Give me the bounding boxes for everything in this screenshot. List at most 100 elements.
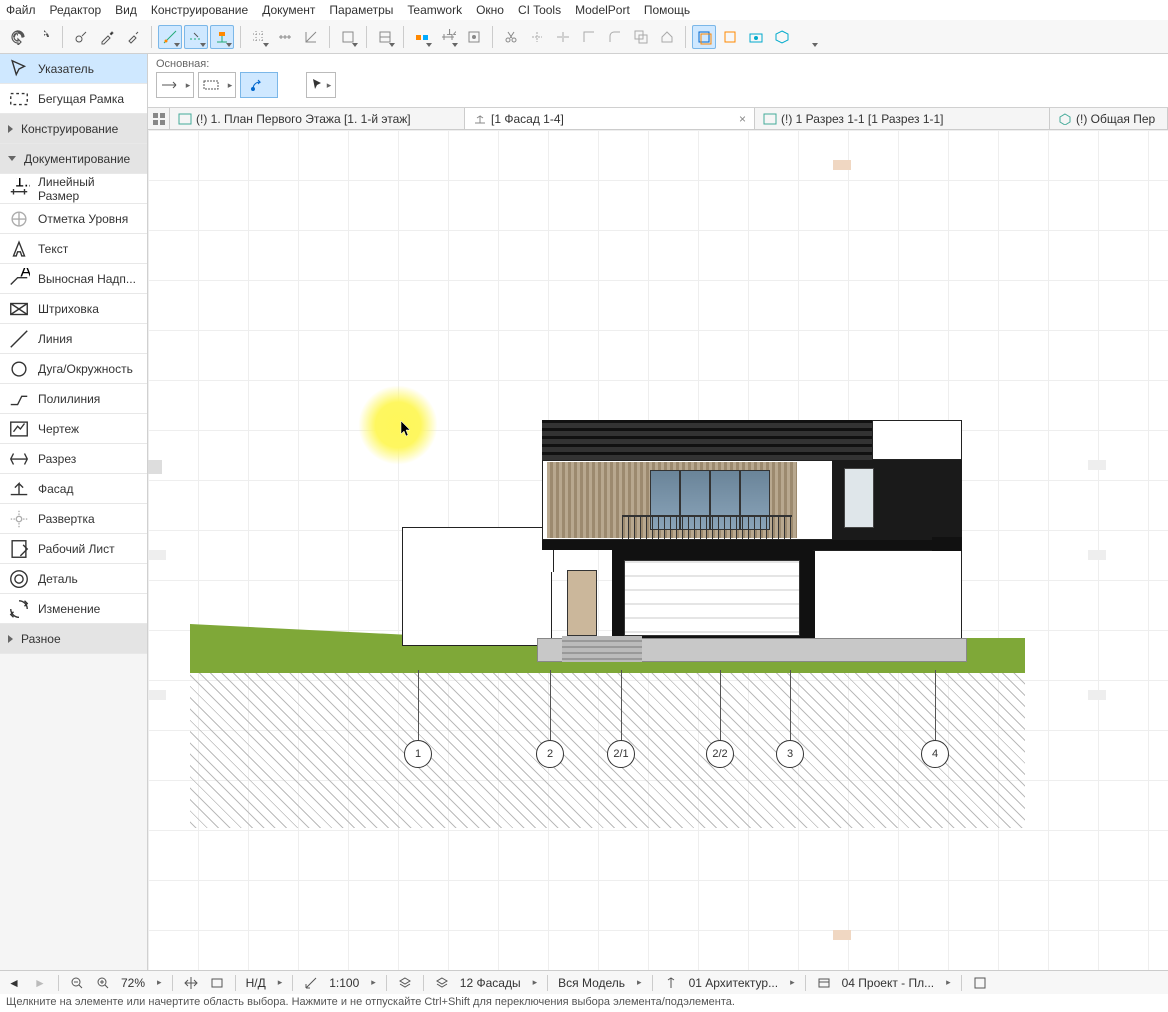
- undo-button[interactable]: [6, 25, 30, 49]
- text-icon: [8, 240, 30, 258]
- tool-text[interactable]: Текст: [0, 234, 147, 264]
- scale-value[interactable]: 1:100: [329, 976, 359, 990]
- plan-icon: [178, 113, 192, 125]
- close-icon[interactable]: ×: [739, 112, 746, 126]
- interior-icon: [8, 510, 30, 528]
- menu-design[interactable]: Конструирование: [151, 3, 248, 17]
- tool-detail[interactable]: Деталь: [0, 564, 147, 594]
- tool-worksheet[interactable]: Рабочий Лист: [0, 534, 147, 564]
- geom-method-2[interactable]: ▸: [198, 72, 236, 98]
- menu-document[interactable]: Документ: [262, 3, 315, 17]
- tool-level[interactable]: Отметка Уровня: [0, 204, 147, 234]
- tab-plan[interactable]: (!) 1. План Первого Этажа [1. 1-й этаж]: [170, 108, 465, 129]
- guideline-1-button[interactable]: [158, 25, 182, 49]
- guideline-2-button[interactable]: [184, 25, 208, 49]
- grid-snap-button[interactable]: [247, 25, 271, 49]
- toolbox-header-misc[interactable]: Разное: [0, 624, 147, 654]
- fillet-button[interactable]: [603, 25, 627, 49]
- cut-button[interactable]: [499, 25, 523, 49]
- menu-citools[interactable]: CI Tools: [518, 3, 561, 17]
- fit-button[interactable]: [209, 975, 225, 991]
- tool-label[interactable]: A1Выносная Надп...: [0, 264, 147, 294]
- layers-button[interactable]: [336, 25, 360, 49]
- tab-facade[interactable]: [1 Фасад 1-4]×: [465, 108, 755, 129]
- tab-section[interactable]: (!) 1 Разрез 1-1 [1 Разрез 1-1]: [755, 108, 1050, 129]
- zoom-value[interactable]: 72%: [121, 976, 145, 990]
- story-button[interactable]: [373, 25, 397, 49]
- tool-polyline[interactable]: Полилиния: [0, 384, 147, 414]
- tool-arc[interactable]: Дуга/Окружность: [0, 354, 147, 384]
- geom-method-1[interactable]: ▸: [156, 72, 194, 98]
- tool-change[interactable]: Изменение: [0, 594, 147, 624]
- elevation-icon: [8, 480, 30, 498]
- pan-button[interactable]: [183, 975, 199, 991]
- tool-fill[interactable]: Штриховка: [0, 294, 147, 324]
- menu-file[interactable]: Файл: [6, 3, 36, 17]
- trim-button[interactable]: [525, 25, 549, 49]
- trace-button[interactable]: [692, 25, 716, 49]
- axis-line: [621, 670, 622, 750]
- axis-line: [418, 670, 419, 750]
- snap-button[interactable]: [210, 25, 234, 49]
- trace-dd-button[interactable]: [796, 25, 820, 49]
- layers-status-icon[interactable]: [397, 975, 413, 991]
- line-icon: [8, 330, 30, 348]
- viewport[interactable]: 1 2 2/1 2/2 3 4: [148, 130, 1168, 970]
- intersect-button[interactable]: [629, 25, 653, 49]
- worksheet-icon: [8, 540, 30, 558]
- mvo-value[interactable]: 04 Проект - Пл...: [842, 976, 935, 990]
- nav-prev-button[interactable]: ◄: [6, 975, 22, 991]
- menu-window[interactable]: Окно: [476, 3, 504, 17]
- tool-pointer[interactable]: Указатель: [0, 54, 147, 84]
- tool-line[interactable]: Линия: [0, 324, 147, 354]
- dimension-icon: 1.2: [8, 180, 30, 198]
- tool-drawing[interactable]: Чертеж: [0, 414, 147, 444]
- trace-3d-button[interactable]: [770, 25, 794, 49]
- angle-button[interactable]: [299, 25, 323, 49]
- syringe-button[interactable]: [121, 25, 145, 49]
- canvas-area: Основная: ▸ ▸ ▸ (!) 1. План Первого Этаж…: [148, 54, 1168, 970]
- axis-marker-1: 1: [404, 740, 432, 768]
- menu-edit[interactable]: Редактор: [50, 3, 102, 17]
- menu-help[interactable]: Помощь: [644, 3, 690, 17]
- split-button[interactable]: [551, 25, 575, 49]
- trace-view-button[interactable]: [744, 25, 768, 49]
- arc-icon: [8, 360, 30, 378]
- renovation-button[interactable]: [410, 25, 434, 49]
- dimension-button[interactable]: 12: [436, 25, 460, 49]
- axis-marker-3: 3: [776, 740, 804, 768]
- status-end-icon[interactable]: [972, 975, 988, 991]
- home-button[interactable]: [655, 25, 679, 49]
- menu-modelport[interactable]: ModelPort: [575, 3, 630, 17]
- tool-section[interactable]: Разрез: [0, 444, 147, 474]
- tab-overview-button[interactable]: [148, 108, 170, 129]
- cursor-highlight: [358, 385, 438, 465]
- menu-teamwork[interactable]: Teamwork: [407, 3, 462, 17]
- orientation-value[interactable]: Н/Д: [246, 976, 266, 990]
- zoom-out-button[interactable]: [69, 975, 85, 991]
- toolbox-header-document[interactable]: Документирование: [0, 144, 147, 174]
- tool-marquee[interactable]: Бегущая Рамка: [0, 84, 147, 114]
- tool-linear-dim[interactable]: 1.2Линейный Размер: [0, 174, 147, 204]
- geom-method-3[interactable]: [240, 72, 278, 98]
- zoom-in-button[interactable]: [95, 975, 111, 991]
- tool-elevation[interactable]: Фасад: [0, 474, 147, 504]
- pointer-mode[interactable]: ▸: [306, 72, 336, 98]
- nav-next-button[interactable]: ►: [32, 975, 48, 991]
- pen-set-value[interactable]: 01 Архитектур...: [689, 976, 779, 990]
- menu-view[interactable]: Вид: [115, 3, 137, 17]
- pick-button[interactable]: [69, 25, 93, 49]
- options-button[interactable]: [462, 25, 486, 49]
- model-filter-value[interactable]: Вся Модель: [558, 976, 625, 990]
- redo-button[interactable]: [32, 25, 56, 49]
- menu-options[interactable]: Параметры: [329, 3, 393, 17]
- adjust-button[interactable]: [577, 25, 601, 49]
- eyedropper-button[interactable]: [95, 25, 119, 49]
- trace-ref-button[interactable]: [718, 25, 742, 49]
- ruler-button[interactable]: [273, 25, 297, 49]
- tool-interior[interactable]: Развертка: [0, 504, 147, 534]
- change-icon: [8, 600, 30, 618]
- tab-perspective[interactable]: (!) Общая Пер: [1050, 108, 1168, 129]
- toolbox-header-design[interactable]: Конструирование: [0, 114, 147, 144]
- layer-combo-value[interactable]: 12 Фасады: [460, 976, 521, 990]
